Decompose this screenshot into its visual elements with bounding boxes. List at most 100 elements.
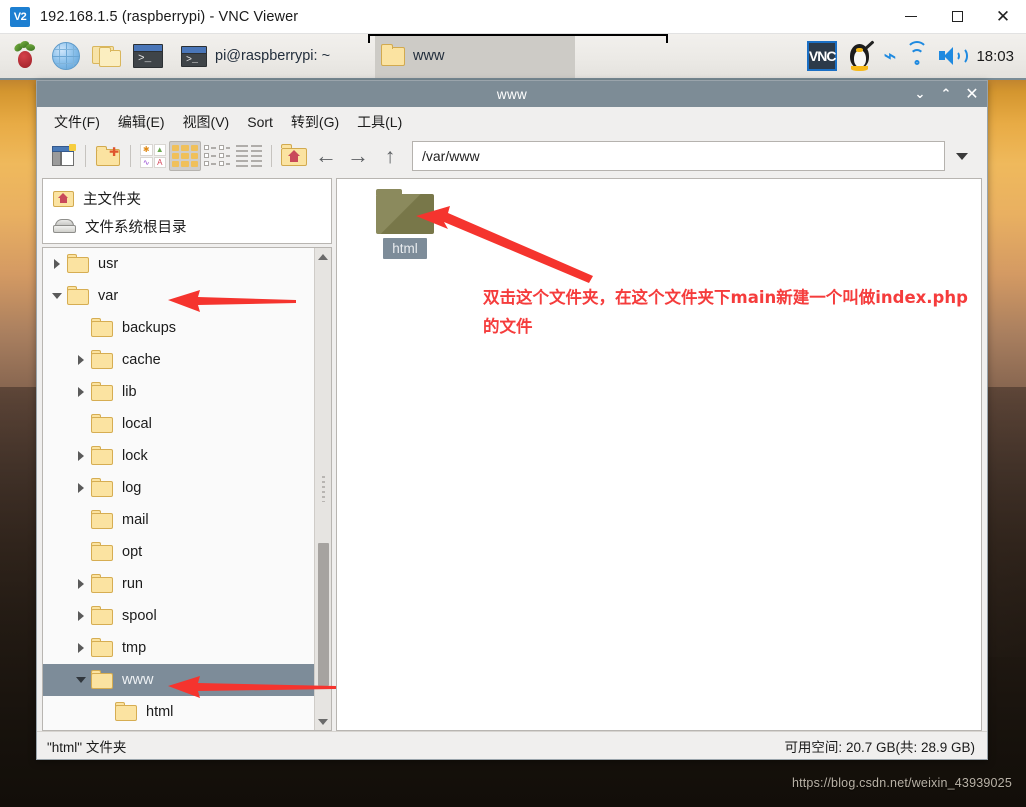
- folder-icon: [91, 349, 113, 369]
- file-manager-icon[interactable]: [88, 37, 126, 75]
- menu-sort[interactable]: Sort: [238, 110, 282, 134]
- tree-item-cache[interactable]: cache: [43, 344, 314, 376]
- tree-item-opt[interactable]: opt: [43, 536, 314, 568]
- vnc-window-controls: ✕: [888, 0, 1026, 34]
- taskbar-launchers: >_: [0, 33, 167, 79]
- tree-item-backups[interactable]: backups: [43, 312, 314, 344]
- chevron-down-icon[interactable]: [71, 677, 91, 683]
- clock[interactable]: 18:03: [976, 48, 1014, 65]
- drive-icon: [53, 219, 76, 233]
- folder-icon: [91, 477, 113, 497]
- folder-icon: [91, 605, 113, 625]
- bluetooth-icon[interactable]: ⌁: [883, 45, 896, 67]
- vnc-server-tray-icon[interactable]: VNC: [807, 41, 838, 71]
- path-input[interactable]: /var/www: [412, 141, 945, 171]
- toolbar-separator: [271, 145, 272, 167]
- menu-go[interactable]: 转到(G): [282, 108, 348, 136]
- folder-icon: [91, 637, 113, 657]
- file-manager-body: 主文件夹 文件系统根目录 usr var backups cache lib local l…: [37, 175, 987, 731]
- new-folder-button[interactable]: ✚: [92, 141, 124, 171]
- chevron-right-icon[interactable]: [71, 387, 91, 397]
- tree-item-label: www: [122, 672, 154, 688]
- fm-close-button[interactable]: ✕: [959, 81, 985, 107]
- tree-item-label: mail: [122, 512, 149, 528]
- wifi-icon[interactable]: [905, 41, 929, 66]
- tree-item-lib[interactable]: lib: [43, 376, 314, 408]
- vnc-maximize-button[interactable]: [934, 0, 980, 34]
- folder-icon: [91, 381, 113, 401]
- tree-item-spool[interactable]: spool: [43, 600, 314, 632]
- place-home-folder[interactable]: 主文件夹: [43, 184, 331, 212]
- back-button[interactable]: ←: [310, 141, 342, 171]
- fm-minimize-button[interactable]: ⌄: [907, 81, 933, 107]
- file-manager-titlebar: www ⌄ ⌃ ✕: [37, 81, 987, 107]
- volume-icon[interactable]: [938, 46, 969, 66]
- chevron-right-icon[interactable]: [71, 355, 91, 365]
- terminal-icon[interactable]: >_: [129, 37, 167, 75]
- folder-icon: [115, 701, 137, 721]
- tree-item-label: tmp: [122, 640, 147, 656]
- chevron-right-icon[interactable]: [47, 259, 67, 269]
- tree-item-usr[interactable]: usr: [43, 248, 314, 280]
- left-pane: 主文件夹 文件系统根目录 usr var backups cache lib local l…: [42, 178, 332, 731]
- file-list-pane[interactable]: html 双击这个文件夹，在这个文件夹下main新建一个叫做index.php的…: [336, 178, 982, 731]
- compact-view-button[interactable]: [233, 141, 265, 171]
- menu-edit[interactable]: 编辑(E): [109, 108, 174, 136]
- directory-tree: usr var backups cache lib local lock log mail opt…: [42, 247, 332, 731]
- vnc-window-title: 192.168.1.5 (raspberrypi) - VNC Viewer: [40, 8, 299, 25]
- file-item-html[interactable]: html: [355, 189, 455, 259]
- new-tab-button[interactable]: [47, 141, 79, 171]
- vnc-connection-bar-hint: [368, 34, 668, 43]
- tree-item-www[interactable]: www: [43, 664, 314, 696]
- chevron-right-icon[interactable]: [71, 611, 91, 621]
- tree-item-lock[interactable]: lock: [43, 440, 314, 472]
- chevron-right-icon[interactable]: [71, 451, 91, 461]
- folder-icon: [91, 509, 113, 529]
- folder-icon: [91, 573, 113, 593]
- tree-item-local[interactable]: local: [43, 408, 314, 440]
- web-browser-icon[interactable]: [47, 37, 85, 75]
- home-folder-icon: [53, 190, 74, 207]
- folder-icon: [67, 285, 89, 305]
- tree-item-mail[interactable]: mail: [43, 504, 314, 536]
- forward-button[interactable]: →: [342, 141, 374, 171]
- place-filesystem-root[interactable]: 文件系统根目录: [43, 212, 331, 240]
- chevron-down-icon[interactable]: [47, 293, 67, 299]
- detailed-list-view-button[interactable]: [201, 141, 233, 171]
- scrollbar-track[interactable]: [315, 265, 332, 713]
- tree-item-log[interactable]: log: [43, 472, 314, 504]
- annotation-text: 双击这个文件夹，在这个文件夹下main新建一个叫做index.php的文件: [483, 288, 968, 336]
- tree-item-label: var: [98, 288, 119, 304]
- fm-maximize-button[interactable]: ⌃: [933, 81, 959, 107]
- tree-item-tmp[interactable]: tmp: [43, 632, 314, 664]
- tree-item-var[interactable]: var: [43, 280, 314, 312]
- chevron-right-icon[interactable]: [71, 579, 91, 589]
- menu-view[interactable]: 视图(V): [174, 108, 239, 136]
- home-button[interactable]: [278, 141, 310, 171]
- view-options-button[interactable]: ✱ ▲ ∿ A: [137, 141, 169, 171]
- watermark-text: https://blog.csdn.net/weixin_43939025: [791, 776, 1012, 790]
- tree-vertical-scrollbar[interactable]: [314, 248, 331, 730]
- icon-view-button[interactable]: [169, 141, 201, 171]
- scroll-down-button[interactable]: [315, 713, 332, 730]
- taskbar-item-terminal[interactable]: >_ pi@raspberrypi: ~: [175, 34, 375, 78]
- tree-item-run[interactable]: run: [43, 568, 314, 600]
- chevron-right-icon[interactable]: [71, 643, 91, 653]
- path-dropdown-icon[interactable]: [945, 141, 979, 171]
- file-manager-window-controls: ⌄ ⌃ ✕: [907, 81, 985, 107]
- menu-tools[interactable]: 工具(L): [348, 108, 411, 136]
- places-list: 主文件夹 文件系统根目录: [42, 178, 332, 244]
- raspberry-menu-icon[interactable]: [6, 37, 44, 75]
- chevron-right-icon[interactable]: [71, 483, 91, 493]
- scrollbar-thumb[interactable]: [317, 542, 329, 687]
- scroll-up-button[interactable]: [315, 248, 332, 265]
- place-label: 文件系统根目录: [85, 219, 187, 236]
- up-button[interactable]: ↑: [374, 141, 406, 171]
- tree-item-html[interactable]: html: [43, 696, 314, 728]
- tree-item-label: spool: [122, 608, 157, 624]
- tux-icon[interactable]: [846, 40, 875, 71]
- menu-file[interactable]: 文件(F): [45, 108, 109, 136]
- vnc-close-button[interactable]: ✕: [980, 0, 1026, 34]
- vnc-minimize-button[interactable]: [888, 0, 934, 34]
- file-manager-window: www ⌄ ⌃ ✕ 文件(F) 编辑(E) 视图(V) Sort 转到(G) 工…: [36, 80, 988, 760]
